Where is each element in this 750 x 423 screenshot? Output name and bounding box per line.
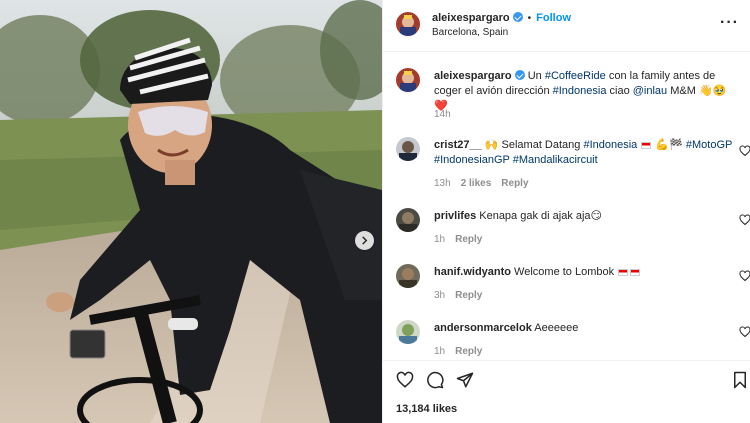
commenter-username[interactable]: andersonmarcelok bbox=[434, 322, 532, 334]
comments-list: aleixespargaro Un #CoffeeRide con la fam… bbox=[383, 53, 750, 360]
author-avatar[interactable] bbox=[396, 12, 420, 36]
caption-avatar[interactable] bbox=[396, 68, 420, 92]
caption-text: aleixespargaro Un #CoffeeRide con la fam… bbox=[434, 70, 727, 112]
verified-badge-icon bbox=[514, 70, 525, 80]
reply-button[interactable]: Reply bbox=[455, 346, 482, 357]
header-name-row: aleixespargaro • Follow bbox=[432, 12, 571, 24]
commenter-username[interactable]: privlifes bbox=[434, 210, 476, 222]
comment-meta: 1h Reply bbox=[434, 234, 482, 245]
comment-text: crist27__ 🙌 Selamat Datang #Indonesia 💪🏁… bbox=[434, 139, 733, 166]
commenter-avatar[interactable] bbox=[396, 137, 420, 161]
hashtag-link[interactable]: #MotoGP bbox=[686, 139, 732, 151]
comment-icon[interactable] bbox=[426, 371, 444, 389]
hashtag-link[interactable]: #CoffeeRide bbox=[545, 70, 606, 82]
caption-time: 14h bbox=[434, 109, 451, 120]
hashtag-link[interactable]: #Mandalikacircuit bbox=[513, 154, 598, 166]
heart-icon[interactable] bbox=[739, 326, 750, 338]
comment-time: 1h bbox=[434, 346, 446, 357]
reply-button[interactable]: Reply bbox=[455, 234, 482, 245]
next-photo-button[interactable] bbox=[355, 231, 374, 250]
indonesia-flag-icon bbox=[641, 142, 652, 149]
heart-icon[interactable] bbox=[739, 145, 750, 157]
commenter-avatar[interactable] bbox=[396, 320, 420, 344]
comment-time: 3h bbox=[434, 290, 446, 301]
heart-icon[interactable] bbox=[396, 371, 414, 389]
hashtag-link[interactable]: #Indonesia bbox=[583, 139, 637, 151]
verified-badge-icon bbox=[512, 12, 523, 22]
post-photo bbox=[0, 0, 382, 423]
hashtag-link[interactable]: #Indonesia bbox=[553, 85, 607, 97]
follow-button[interactable]: Follow bbox=[536, 12, 571, 24]
cyclist-selfie-image bbox=[0, 0, 382, 423]
reply-button[interactable]: Reply bbox=[501, 178, 528, 189]
commenter-avatar[interactable] bbox=[396, 208, 420, 232]
reply-button[interactable]: Reply bbox=[455, 290, 482, 301]
post-actions: 13,184 likes bbox=[383, 360, 750, 423]
comment-text: andersonmarcelok Aeeeeee bbox=[434, 322, 579, 334]
caption-username[interactable]: aleixespargaro bbox=[434, 70, 512, 82]
comment-time: 13h bbox=[434, 178, 451, 189]
caption-meta: 14h bbox=[434, 109, 451, 120]
author-username[interactable]: aleixespargaro bbox=[432, 12, 510, 24]
heart-icon[interactable] bbox=[739, 214, 750, 226]
commenter-username[interactable]: crist27__ bbox=[434, 139, 482, 151]
indonesia-flag-icon bbox=[618, 269, 629, 276]
mention-link[interactable]: @inlau bbox=[633, 85, 667, 97]
comment-text: hanif.widyanto Welcome to Lombok bbox=[434, 265, 734, 280]
hashtag-link[interactable]: #IndonesianGP bbox=[434, 154, 510, 166]
comment-meta: 13h 2 likes Reply bbox=[434, 178, 529, 189]
commenter-username[interactable]: hanif.widyanto bbox=[434, 266, 511, 278]
post-header: aleixespargaro • Follow Barcelona, Spain ·… bbox=[383, 0, 750, 52]
comment-text: privlifes Kenapa gak di ajak aja😏 bbox=[434, 210, 603, 222]
comment-meta: 1h Reply bbox=[434, 346, 482, 357]
likes-count[interactable]: 13,184 likes bbox=[396, 403, 457, 415]
heart-icon[interactable] bbox=[739, 270, 750, 282]
comment-time: 1h bbox=[434, 234, 446, 245]
post-side-panel: aleixespargaro • Follow Barcelona, Spain ·… bbox=[382, 0, 750, 423]
comment-likes[interactable]: 2 likes bbox=[461, 178, 492, 189]
comment-meta: 3h Reply bbox=[434, 290, 482, 301]
more-options-icon[interactable]: ··· bbox=[720, 14, 739, 32]
share-icon[interactable] bbox=[456, 371, 474, 389]
chevron-right-icon bbox=[362, 236, 368, 245]
commenter-avatar[interactable] bbox=[396, 264, 420, 288]
indonesia-flag-icon bbox=[630, 269, 641, 276]
bookmark-icon[interactable] bbox=[732, 371, 748, 389]
post-location[interactable]: Barcelona, Spain bbox=[432, 27, 508, 38]
